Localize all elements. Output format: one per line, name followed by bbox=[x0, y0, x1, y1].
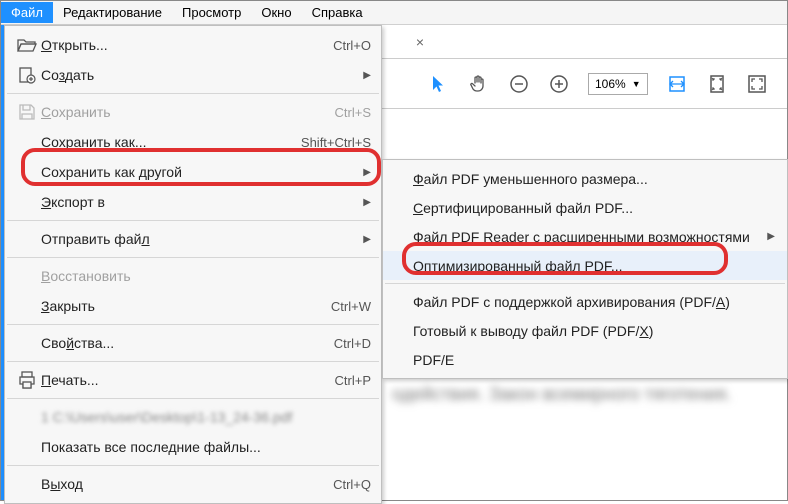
fit-page-icon[interactable] bbox=[706, 73, 728, 95]
menu-separator bbox=[7, 220, 379, 221]
menu-save-as[interactable]: Сохранить как... Shift+Ctrl+S bbox=[5, 127, 381, 157]
submenu-press-ready-pdfx[interactable]: Готовый к выводу файл PDF (PDF/X) bbox=[383, 316, 787, 345]
menu-print[interactable]: Печать... Ctrl+P bbox=[5, 365, 381, 395]
print-icon bbox=[13, 371, 41, 389]
zoom-value: 106% bbox=[595, 77, 626, 91]
tab-close-button[interactable]: × bbox=[412, 34, 428, 50]
menu-revert: Восстановить bbox=[5, 261, 381, 291]
menu-recent-1[interactable]: 1 C:\Users\user\Desktop\1-13_24-36.pdf bbox=[5, 402, 381, 432]
zoom-out-icon[interactable] bbox=[508, 73, 530, 95]
menubar-view[interactable]: Просмотр bbox=[172, 2, 251, 23]
menu-separator bbox=[7, 257, 379, 258]
menu-export-to[interactable]: Экспорт в ▶ bbox=[5, 187, 381, 217]
menu-separator bbox=[7, 398, 379, 399]
menubar: Файл Редактирование Просмотр Окно Справк… bbox=[1, 1, 787, 25]
menu-close[interactable]: Закрыть Ctrl+W bbox=[5, 291, 381, 321]
menu-separator bbox=[385, 283, 785, 284]
menu-separator bbox=[7, 93, 379, 94]
submenu-certified-pdf[interactable]: Сертифицированный файл PDF... bbox=[383, 193, 787, 222]
menu-separator bbox=[7, 465, 379, 466]
file-menu: ООткрыть...ткрыть... Ctrl+O Создать ▶ Со… bbox=[4, 25, 382, 504]
create-icon bbox=[13, 66, 41, 84]
menubar-file[interactable]: Файл bbox=[1, 2, 53, 23]
menu-create[interactable]: Создать ▶ bbox=[5, 60, 381, 90]
folder-open-icon bbox=[13, 37, 41, 53]
menu-exit[interactable]: Выход Ctrl+Q bbox=[5, 469, 381, 499]
save-icon bbox=[13, 103, 41, 121]
menu-properties[interactable]: Свойства... Ctrl+D bbox=[5, 328, 381, 358]
submenu-arrow-icon: ▶ bbox=[761, 231, 775, 242]
submenu-pdfe[interactable]: PDF/E bbox=[383, 345, 787, 374]
menu-show-all-recent[interactable]: Показать все последние файлы... bbox=[5, 432, 381, 462]
menu-open[interactable]: ООткрыть...ткрыть... Ctrl+O bbox=[5, 30, 381, 60]
submenu-arrow-icon: ▶ bbox=[357, 70, 371, 81]
tab-bar: × bbox=[382, 25, 787, 59]
menu-separator bbox=[7, 324, 379, 325]
menubar-window[interactable]: Окно bbox=[251, 2, 301, 23]
shortcut: Ctrl+O bbox=[333, 38, 371, 53]
submenu-reduced-size-pdf[interactable]: Файл PDF уменьшенного размера... bbox=[383, 164, 787, 193]
tool-row: 106% ▼ bbox=[382, 59, 787, 109]
toolbar: × 106% ▼ bbox=[382, 25, 787, 109]
chevron-down-icon: ▼ bbox=[632, 79, 641, 89]
hand-tool-icon[interactable] bbox=[468, 73, 490, 95]
menubar-edit[interactable]: Редактирование bbox=[53, 2, 172, 23]
submenu-arrow-icon: ▶ bbox=[357, 167, 371, 178]
zoom-select[interactable]: 106% ▼ bbox=[588, 73, 648, 95]
submenu-arrow-icon: ▶ bbox=[357, 197, 371, 208]
menubar-help[interactable]: Справка bbox=[302, 2, 373, 23]
menu-separator bbox=[7, 361, 379, 362]
submenu-optimized-pdf[interactable]: Оптимизированный файл PDF... bbox=[383, 251, 787, 280]
submenu-archival-pdfa[interactable]: Файл PDF с поддержкой архивирования (PDF… bbox=[383, 287, 787, 316]
zoom-in-icon[interactable] bbox=[548, 73, 570, 95]
fit-width-icon[interactable] bbox=[666, 73, 688, 95]
menu-save-as-other[interactable]: Сохранить как другой ▶ bbox=[5, 157, 381, 187]
menu-save: Сохранить Ctrl+S bbox=[5, 97, 381, 127]
fullscreen-icon[interactable] bbox=[746, 73, 768, 95]
submenu-arrow-icon: ▶ bbox=[357, 234, 371, 245]
submenu-reader-extended-pdf[interactable]: Файл PDF Reader с расширенными возможнос… bbox=[383, 222, 787, 251]
select-tool-icon[interactable] bbox=[428, 73, 450, 95]
save-as-other-submenu: Файл PDF уменьшенного размера... Сертифи… bbox=[382, 159, 788, 379]
menu-send-file[interactable]: Отправить файл ▶ bbox=[5, 224, 381, 254]
